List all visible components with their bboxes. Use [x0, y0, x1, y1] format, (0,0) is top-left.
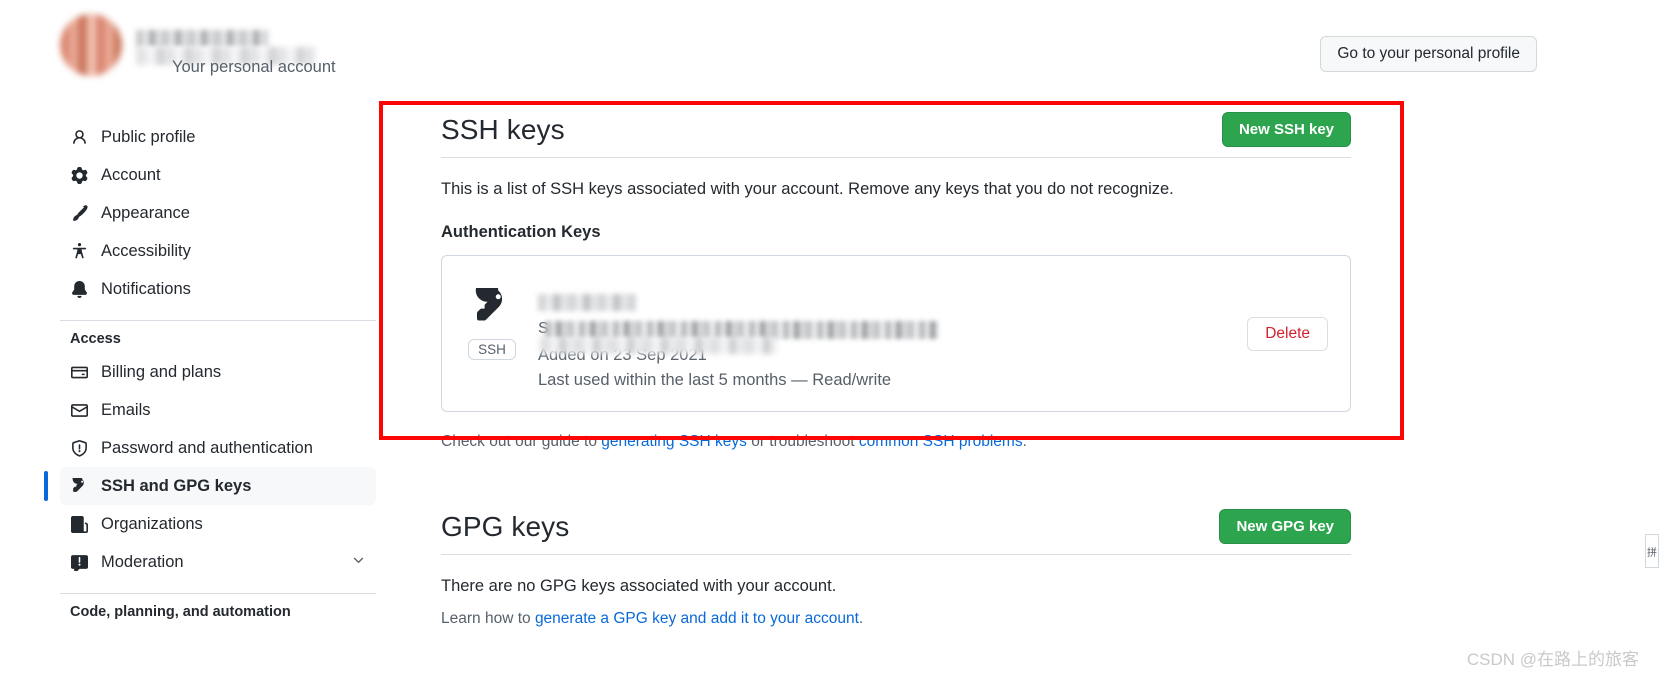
ssh-key-title-redacted [538, 294, 636, 311]
gpg-learn-suffix: . [858, 610, 864, 628]
bell-icon [70, 280, 88, 298]
sidebar-item-emails[interactable]: Emails [60, 391, 376, 429]
ssh-key-details: S Added on 23 Sep 2021 Last used within … [538, 274, 1229, 393]
delete-ssh-key-button[interactable]: Delete [1247, 316, 1328, 351]
ssh-guide-line: Check out our guide to generating SSH ke… [441, 433, 1351, 451]
sidebar-item-password-and-authentication[interactable]: Password and authentication [60, 429, 376, 467]
key-icon [70, 477, 88, 495]
sidebar-item-label: Password and authentication [101, 438, 313, 457]
credit-card-icon [70, 363, 88, 381]
sidebar-item-accessibility[interactable]: Accessibility [60, 232, 376, 270]
key-icon [472, 279, 512, 333]
ssh-keys-title: SSH keys [441, 113, 565, 145]
sidebar-item-public-profile[interactable]: Public profile [60, 118, 376, 156]
account-subtitle: Your personal account [172, 58, 336, 76]
avatar [60, 14, 122, 76]
shield-check-icon [70, 439, 88, 457]
ssh-keys-description: This is a list of SSH keys associated wi… [441, 180, 1174, 198]
sidebar-item-appearance[interactable]: Appearance [60, 194, 376, 232]
sidebar-item-ssh-and-gpg-keys[interactable]: SSH and GPG keys [44, 467, 376, 505]
ssh-keys-title-row: SSH keys New SSH key [441, 112, 1351, 158]
sidebar-item-label: Accessibility [101, 241, 191, 260]
paintbrush-icon [70, 204, 88, 222]
common-ssh-problems-link[interactable]: common SSH problems [859, 433, 1023, 450]
organization-icon [70, 515, 88, 533]
sidebar-divider-2 [60, 593, 376, 594]
sidebar-group-code-planning-automation: Code, planning, and automation [70, 604, 291, 620]
new-gpg-key-button[interactable]: New GPG key [1219, 509, 1351, 545]
settings-page: Your personal account Go to your persona… [0, 0, 1659, 684]
authentication-keys-subheading: Authentication Keys [441, 223, 601, 241]
sidebar-item-moderation[interactable]: Moderation [60, 543, 376, 581]
generating-ssh-keys-link[interactable]: generating SSH keys [601, 433, 747, 450]
csdn-watermark: CSDN @在路上的旅客 [1466, 650, 1639, 669]
accessibility-icon [70, 242, 88, 260]
sidebar-item-label: Appearance [101, 203, 190, 222]
sidebar-divider-1 [60, 320, 376, 321]
ssh-key-added-on: Added on 23 Sep 2021 [538, 337, 1229, 368]
sidebar-item-label: Emails [101, 400, 151, 419]
sidebar-item-organizations[interactable]: Organizations [60, 505, 376, 543]
ssh-key-fingerprint-row: S [538, 320, 1229, 341]
new-ssh-key-button[interactable]: New SSH key [1221, 112, 1351, 147]
ssh-guide-suffix: . [1022, 433, 1027, 451]
sidebar-item-label: Billing and plans [101, 362, 222, 381]
sidebar-item-label: Public profile [101, 127, 196, 146]
account-header: Your personal account [60, 14, 336, 76]
comment-alert-icon [70, 553, 88, 571]
ssh-key-last-used: Last used within the last 5 months — Rea… [538, 371, 892, 390]
generate-gpg-key-link[interactable]: generate a GPG key and add it to your ac… [535, 610, 859, 627]
ssh-guide-prefix: Check out our guide to [441, 433, 602, 451]
gpg-learn-prefix: Learn how to [441, 610, 535, 628]
gpg-keys-title-row: GPG keys New GPG key [441, 509, 1351, 556]
person-icon [70, 128, 88, 146]
ssh-key-icon-column: SSH [464, 274, 520, 360]
ssh-key-row: SSH S Added on 23 Sep 2021 Last used wit… [441, 255, 1351, 413]
sidebar-group-access: Access [70, 331, 121, 347]
mail-icon [70, 401, 88, 419]
sidebar-item-label: Account [101, 165, 161, 184]
go-to-personal-profile-button[interactable]: Go to your personal profile [1320, 36, 1537, 72]
chevron-down-icon[interactable] [351, 552, 366, 572]
sidebar-item-label: Organizations [101, 514, 203, 533]
ssh-keys-section: SSH keys New SSH key This is a list of S… [441, 0, 1351, 451]
ssh-badge: SSH [468, 339, 516, 360]
ssh-key-fingerprint-redacted [545, 321, 938, 339]
sidebar-item-label: SSH and GPG keys [101, 476, 252, 495]
gpg-keys-section: GPG keys New GPG key There are no GPG ke… [441, 451, 1351, 628]
sidebar-item-label: Notifications [101, 279, 191, 298]
gpg-keys-empty-state: There are no GPG keys associated with yo… [441, 577, 837, 596]
ssh-guide-middle: or troubleshoot [746, 433, 859, 451]
sidebar-item-notifications[interactable]: Notifications [60, 270, 376, 308]
ssh-key-added-on-text: Added on 23 Sep 2021 [538, 346, 707, 364]
sidebar-item-label: Moderation [101, 552, 184, 571]
right-edge-widget[interactable]: 拼 [1645, 534, 1659, 568]
sidebar-item-account[interactable]: Account [60, 156, 376, 194]
main-content: SSH keys New SSH key This is a list of S… [441, 0, 1351, 628]
gpg-keys-title: GPG keys [441, 510, 570, 542]
sidebar-item-billing-and-plans[interactable]: Billing and plans [60, 353, 376, 391]
account-name-redacted [136, 30, 268, 47]
settings-sidebar: Public profile Account Appearance Access… [44, 118, 376, 626]
gear-icon [70, 166, 88, 184]
gpg-learn-line: Learn how to generate a GPG key and add … [441, 610, 1351, 628]
